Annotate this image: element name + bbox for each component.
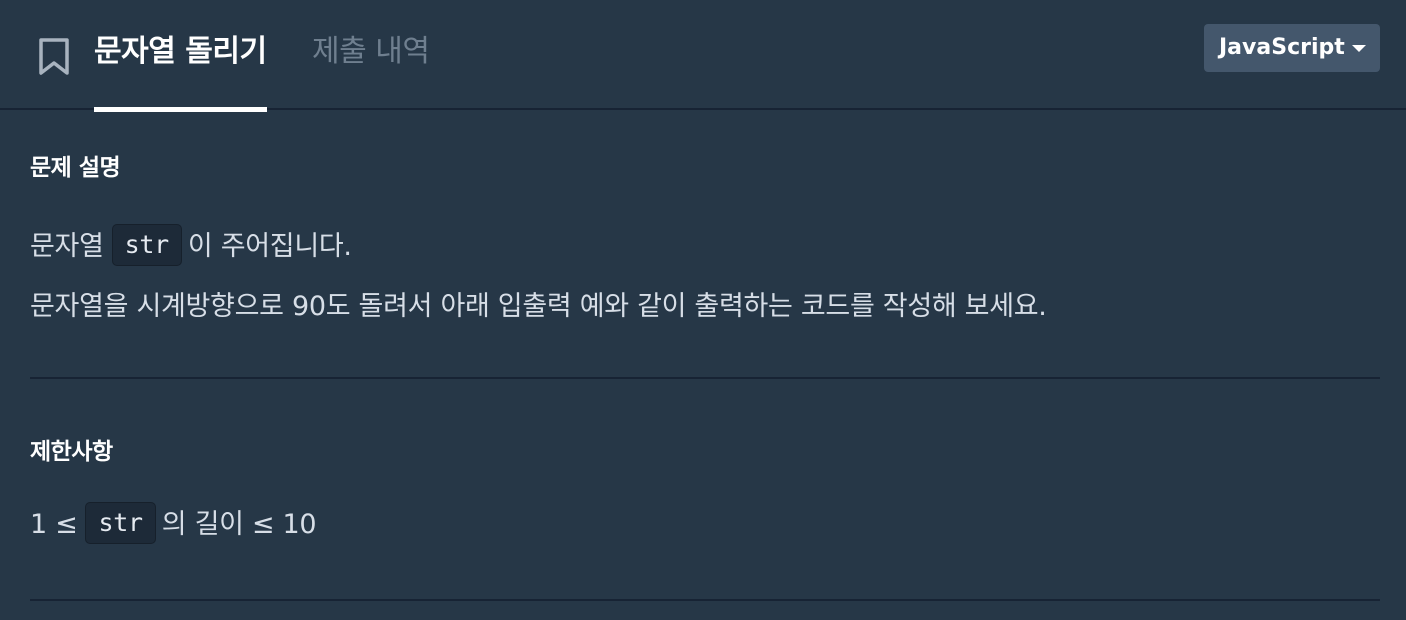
constraints-line-1-before: 1 ≤ xyxy=(30,509,78,540)
description-line-1: 문자열 str 이 주어집니다. xyxy=(30,224,352,266)
constraints-title: 제한사항 xyxy=(30,439,113,465)
problem-header: 문자열 돌리기 제출 내역 JavaScript xyxy=(0,0,1406,112)
language-select[interactable]: JavaScript xyxy=(1204,24,1380,72)
problem-page: 문자열 돌리기 제출 내역 JavaScript 문제 설명 문자열 str 이 주… xyxy=(0,0,1406,620)
description-line-1-after: 이 주어집니다. xyxy=(187,231,352,262)
tab-problem-label: 문자열 돌리기 xyxy=(94,34,267,69)
code-chip-str: str xyxy=(85,502,156,544)
constraints-line-1-after: 의 길이 ≤ 10 xyxy=(161,509,317,540)
tab-submissions-label: 제출 내역 xyxy=(312,34,430,69)
constraints-line-1: 1 ≤ str 의 길이 ≤ 10 xyxy=(30,502,317,544)
caret-down-icon xyxy=(1352,45,1366,52)
language-select-value: JavaScript xyxy=(1219,35,1345,60)
code-chip-str: str xyxy=(111,224,182,266)
tab-submissions[interactable]: 제출 내역 xyxy=(312,26,430,110)
section-divider xyxy=(30,599,1380,601)
bookmark-icon[interactable] xyxy=(38,38,70,76)
description-line-2: 문자열을 시계방향으로 90도 돌려서 아래 입출력 예와 같이 출력하는 코드… xyxy=(30,291,1047,322)
tab-problem[interactable]: 문자열 돌리기 xyxy=(94,26,267,112)
section-divider xyxy=(30,377,1380,379)
description-title: 문제 설명 xyxy=(30,155,121,181)
description-line-1-before: 문자열 xyxy=(30,231,104,262)
active-tab-indicator xyxy=(94,107,267,112)
